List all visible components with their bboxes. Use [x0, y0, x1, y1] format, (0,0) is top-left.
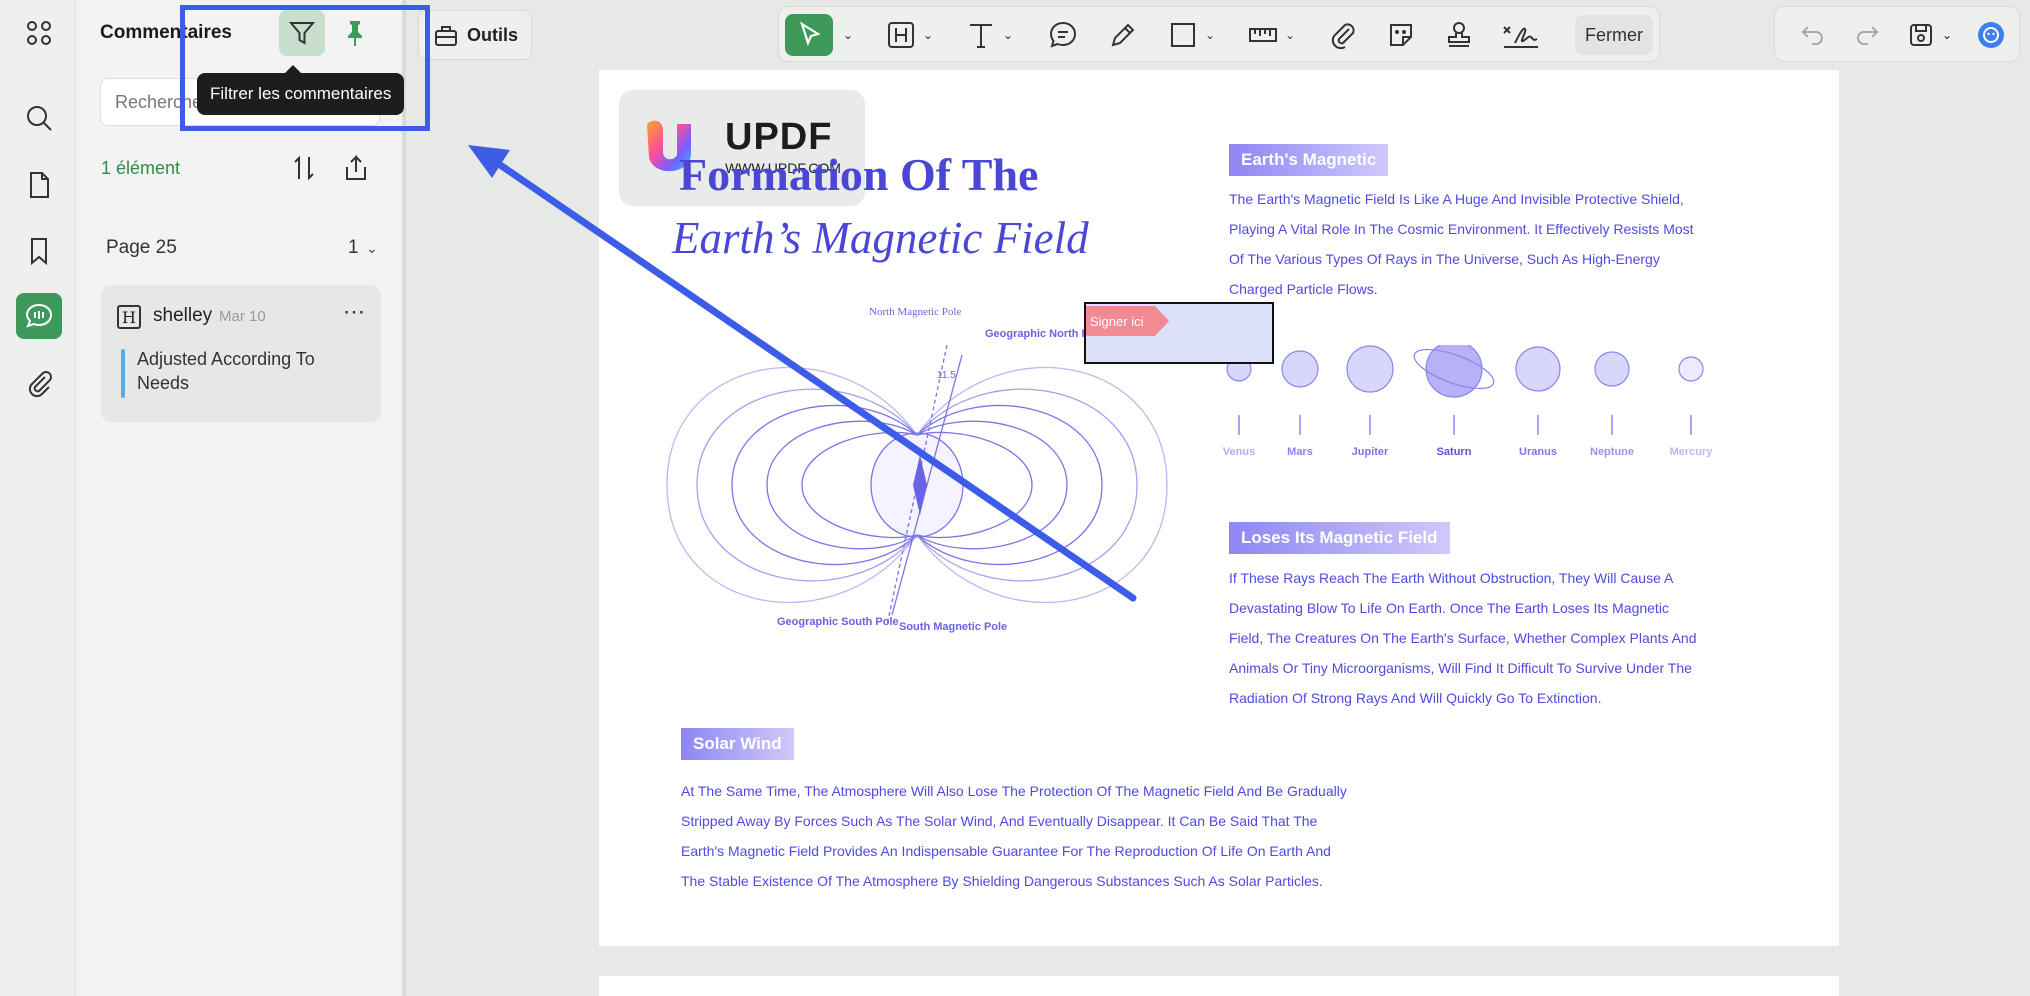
paragraph-line: Animals Or Tiny Microorganisms, Will Fin…	[1229, 660, 1692, 676]
paperclip-icon	[1331, 23, 1355, 50]
close-button[interactable]: Fermer	[1575, 15, 1653, 55]
ai-assistant-icon[interactable]	[1975, 19, 2007, 51]
planet-label: Neptune	[1590, 446, 1634, 458]
toolbox-icon	[435, 26, 457, 46]
paragraph-line: Stripped Away By Forces Such As The Sola…	[681, 813, 1318, 829]
planet-label: Venus	[1223, 446, 1255, 458]
text-box-icon: H	[117, 305, 141, 329]
paragraph-line: If These Rays Reach The Earth Without Ob…	[1229, 570, 1674, 586]
comment-card[interactable]: H shelley Mar 10 ⋯ Adjusted According To…	[101, 285, 381, 422]
search-icon[interactable]	[16, 95, 62, 141]
comment-date: Mar 10	[219, 308, 266, 325]
section-paragraph: At The Same Time, The Atmosphere Will Al…	[681, 776, 1347, 896]
south-magnetic-pole-label: South Magnetic Pole	[899, 621, 1007, 633]
planet-label: Mars	[1287, 446, 1313, 458]
chevron-down-icon[interactable]: ⌄	[366, 240, 378, 257]
select-tool-button[interactable]	[785, 14, 833, 56]
shape-tool-button[interactable]: ⌄	[1167, 14, 1215, 56]
paragraph-line: Of The Various Types Of Rays in The Univ…	[1229, 251, 1660, 267]
rectangle-icon	[1171, 23, 1195, 47]
pencil-icon	[1111, 23, 1135, 47]
sticker-tool-button[interactable]	[1385, 14, 1417, 56]
comment-color-bar	[121, 349, 125, 398]
bookmark-icon[interactable]	[16, 228, 62, 274]
export-button[interactable]	[333, 145, 379, 191]
section-tag-earth-magnetic: Earth's Magnetic	[1229, 144, 1389, 176]
section-paragraph: If These Rays Reach The Earth Without Ob…	[1229, 563, 1697, 713]
paragraph-line: Radiation Of Strong Rays And Will Quickl…	[1229, 690, 1602, 706]
text-tool-button[interactable]: ⌄	[965, 14, 1013, 56]
save-icon[interactable]	[1905, 19, 1937, 51]
paragraph-line: Earth's Magnetic Field Provides An Indis…	[681, 843, 1331, 859]
textbox-icon	[888, 22, 914, 48]
page-group-label[interactable]: Page 25	[106, 237, 177, 259]
attach-tool-button[interactable]	[1327, 14, 1359, 56]
comment-count: 1 élément	[101, 158, 181, 178]
sort-icon	[294, 155, 314, 181]
ruler-icon	[1249, 28, 1277, 42]
pdf-page: UPDF WWW.UPDF.COM Formation Of The Earth…	[599, 70, 1839, 946]
sign-here-label: Signer ici	[1086, 306, 1171, 336]
pencil-tool-button[interactable]	[1107, 14, 1139, 56]
section-tag-loses-field: Loses Its Magnetic Field	[1229, 522, 1450, 554]
comments-icon[interactable]	[16, 293, 62, 339]
redo-icon[interactable]	[1851, 19, 1883, 51]
apps-grid-icon[interactable]	[16, 10, 62, 56]
cursor-icon	[800, 21, 821, 47]
paragraph-line: The Earth's Magnetic Field Is Like A Hug…	[1229, 191, 1684, 207]
signature-field[interactable]: Signer ici	[1084, 302, 1274, 364]
planet-label: Uranus	[1519, 446, 1557, 458]
history-toolbar: ⌄	[1774, 6, 2020, 62]
tools-label: Outils	[467, 24, 519, 45]
undo-icon[interactable]	[1797, 19, 1829, 51]
highlight-box	[180, 5, 430, 131]
select-tool-dropdown[interactable]: ⌄	[837, 14, 853, 56]
comment-text: Adjusted According To Needs	[137, 349, 315, 393]
section-tag-solar-wind: Solar Wind	[681, 728, 794, 760]
planet-label: Jupiter	[1352, 446, 1389, 458]
text-icon	[970, 24, 992, 48]
more-options-icon[interactable]: ⋯	[343, 299, 366, 325]
page-group-count: 1	[348, 237, 359, 258]
left-rail	[0, 0, 76, 996]
doc-title-line1: Formation Of The	[679, 149, 1039, 200]
page-thumbnails-icon[interactable]	[16, 162, 62, 208]
paragraph-line: Devastating Blow To Life On Earth. Once …	[1229, 600, 1669, 616]
measure-tool-button[interactable]: ⌄	[1247, 14, 1295, 56]
doc-title-line2: Earth’s Magnetic Field	[672, 213, 1089, 263]
signature-tool-button[interactable]	[1501, 14, 1541, 56]
stamp-tool-button[interactable]	[1443, 14, 1475, 56]
stamp-icon	[1448, 22, 1470, 47]
angle-label: 11.5	[937, 370, 956, 381]
tools-button[interactable]: Outils	[418, 10, 532, 60]
attachment-icon[interactable]	[16, 360, 62, 406]
planet-label: Saturn	[1437, 446, 1472, 458]
paragraph-line: Playing A Vital Role In The Cosmic Envir…	[1229, 221, 1694, 237]
annotation-toolbar: ⌄ ⌄ ⌄ ⌄ ⌄ Fermer	[778, 6, 1660, 62]
paragraph-line: Charged Particle Flows.	[1229, 281, 1378, 297]
textbox-tool-button[interactable]: ⌄	[885, 14, 933, 56]
signature-icon	[1503, 26, 1538, 48]
geographic-south-pole-label: Geographic South Pole	[777, 616, 899, 628]
comment-bubble-icon	[1049, 21, 1077, 48]
share-icon	[346, 154, 366, 180]
note-tool-button[interactable]	[1047, 14, 1079, 56]
north-magnetic-pole-label: North Magnetic Pole	[869, 306, 961, 318]
paragraph-line: At The Same Time, The Atmosphere Will Al…	[681, 783, 1347, 799]
section-paragraph: The Earth's Magnetic Field Is Like A Hug…	[1229, 184, 1694, 304]
planet-label: Mercury	[1670, 446, 1714, 458]
sort-button[interactable]	[281, 145, 327, 191]
next-pdf-page	[599, 976, 1839, 996]
sticker-icon	[1390, 24, 1412, 46]
planets-illustration: Venus Mars Jupiter Saturn Uranus Neptune…	[1223, 345, 1714, 458]
save-dropdown-icon[interactable]: ⌄	[1935, 19, 1959, 51]
comment-author: shelley	[153, 305, 213, 326]
paragraph-line: Field, The Creatures On The Earth's Surf…	[1229, 630, 1697, 646]
paragraph-line: The Stable Existence Of The Atmosphere B…	[681, 873, 1323, 889]
comments-panel: Commentaires Rechercher 1 élément Page 2…	[76, 0, 406, 996]
